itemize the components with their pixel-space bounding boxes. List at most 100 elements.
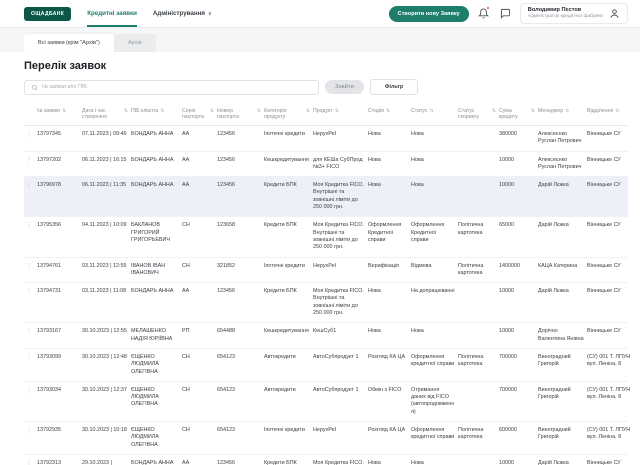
sort-icon[interactable]: ⇅ [615, 108, 619, 114]
cell-scoring: Політична картотека [458, 353, 484, 368]
cell-id: 13795356 [37, 222, 61, 229]
cell-name: ЄЩЕНКО ЛЮДМИЛА ОЛЕГІВНА [131, 386, 159, 408]
table-row[interactable]: ⋮ 13794761 03.11.2023 | 12:55 ІВАНОВ ІВАН І… [24, 258, 628, 284]
row-menu-icon[interactable]: ⋮ [24, 222, 34, 229]
table-row[interactable]: ⋮ 13792935 30.10.2023 | 10:18 ЄЩЕНКО ЛЮДМИЛ… [24, 422, 630, 455]
cell-sum: 65000 [499, 222, 514, 229]
row-menu-icon[interactable]: ⋮ [24, 387, 34, 394]
table-body: ⋮ 13797345 07.11.2023 | 09:46 БОНДАРЬ АННА А… [24, 126, 630, 465]
sort-icon[interactable]: ⇅ [531, 108, 535, 114]
column-header-11[interactable]: Менеджер ⇅ [538, 108, 584, 114]
row-menu-icon[interactable]: ⋮ [24, 460, 34, 465]
row-menu-icon[interactable]: ⋮ [24, 288, 34, 295]
sort-icon[interactable]: ⇅ [565, 108, 569, 114]
column-header-12[interactable]: Відділення ⇅ [587, 108, 635, 114]
sort-icon[interactable]: ⇅ [335, 108, 339, 114]
cell-name: БОНДАРЬ АННА [131, 182, 174, 189]
column-header-1[interactable]: Дата і час створення ⇅ [82, 108, 128, 120]
tab-all-applications[interactable]: Всі заявки (крім "Архів") [24, 34, 114, 52]
column-header-9[interactable]: Статус скорингу ⇅ [458, 108, 496, 120]
messages-button[interactable] [498, 6, 513, 21]
cell-status: Нова [411, 156, 424, 163]
cell-series: АА [182, 288, 190, 295]
cell-product: НерухРеІ [313, 131, 337, 137]
row-menu-icon[interactable]: ⋮ [24, 427, 34, 434]
cell-manager: Алексеєнко Руслан Петрович [538, 156, 582, 170]
row-menu-icon[interactable]: ⋮ [24, 354, 34, 361]
cell-series: АА [182, 156, 190, 163]
sort-icon[interactable]: ⇅ [306, 108, 310, 114]
cell-number: 321852 [217, 262, 235, 269]
filter-button[interactable]: Фільтр [369, 79, 419, 95]
create-application-button[interactable]: Створити нову Заявку [388, 5, 469, 22]
cell-number: 654488 [217, 328, 235, 335]
cell-product: для КЕШа СубПрод №3+ FICO [313, 156, 363, 170]
table-row[interactable]: ⋮ 13796978 06.11.2023 | 11:35 БОНДАРЬ АННА А… [24, 177, 628, 218]
cell-product: НерухРеІ [313, 427, 337, 434]
row-menu-icon[interactable]: ⋮ [24, 328, 34, 335]
column-header-6[interactable]: Продукт ⇅ [313, 108, 365, 114]
sort-icon[interactable]: ⇅ [257, 108, 261, 114]
find-button[interactable]: Знайти [325, 80, 364, 94]
row-menu-icon[interactable]: ⋮ [24, 263, 34, 270]
user-menu[interactable]: Володимир Пєстов Адміністратор кредитної… [519, 3, 628, 24]
sort-icon[interactable]: ⇅ [429, 108, 433, 114]
column-label: Категорія продукту [264, 108, 287, 120]
sort-icon[interactable]: ⇅ [160, 108, 164, 114]
applications-table: № заявки ⇅ Дата і час створення ⇅ ПІБ клієнт… [24, 103, 630, 465]
sort-icon[interactable]: ⇅ [492, 108, 496, 114]
table-row[interactable]: ⋮ 13793099 30.10.2023 | 12:48 ЄЩЕНКО ЛЮДМИЛ… [24, 349, 630, 382]
cell-sum: 700000 [499, 353, 517, 360]
cell-name: БАКЛАНОВ ГРИГОРИЙ ГРИГОРЬЕВИЧ [131, 222, 170, 243]
table-row[interactable]: ⋮ 13795356 04.11.2023 | 10:09 БАКЛАНОВ ГРИГ… [24, 217, 628, 258]
table-row[interactable]: ⋮ 13792313 29.10.2023 | БОНДАРЬ АННА АА 12345… [24, 455, 628, 465]
column-header-4[interactable]: Номер паспорта ⇅ [217, 108, 261, 120]
column-header-7[interactable]: Стадія ⇅ [368, 108, 408, 114]
cell-manager: Алексеєнко Руслан Петрович [538, 131, 582, 145]
cell-datetime: 30.10.2023 | 12:37 [82, 386, 127, 393]
cell-manager: Дорічно Валентина Янівна [538, 328, 584, 342]
chevron-down-icon: ∨ [207, 10, 212, 17]
cell-manager: Виноградний Григорій [538, 427, 571, 441]
column-header-10[interactable]: Сума кредиту ⇅ [499, 108, 535, 120]
nav-item-credit-applications[interactable]: Кредитні заявки [87, 0, 137, 27]
cell-branch: Вінницьке СУ [587, 328, 621, 335]
column-header-0[interactable]: № заявки ⇅ [37, 108, 79, 114]
sort-icon[interactable]: ⇅ [124, 108, 128, 114]
table-row[interactable]: ⋮ 13797202 06.11.2023 | 16:15 БОНДАРЬ АННА А… [24, 152, 628, 178]
table-row[interactable]: ⋮ 13793167 30.10.2023 | 12:55 МЕЛАШЕНКО НАД… [24, 323, 628, 349]
cell-branch: Вінницьке СУ [587, 459, 621, 465]
tab-archive[interactable]: Архів [113, 34, 156, 52]
column-header-3[interactable]: Серія паспорта ⇅ [182, 108, 214, 120]
cell-product: Моя Кредитка FICO. Внутрішні та зовнішні… [313, 182, 364, 211]
cell-product: КешСуб1 [313, 328, 337, 335]
row-menu-icon[interactable]: ⋮ [24, 157, 34, 164]
cell-branch: Вінницьке СУ [587, 262, 621, 269]
cell-scoring: Політична картотека [458, 262, 484, 276]
sort-icon[interactable]: ⇅ [210, 108, 214, 114]
row-menu-icon[interactable]: ⋮ [24, 182, 34, 189]
search-input[interactable] [42, 84, 312, 90]
column-label: Сума кредиту [499, 108, 518, 120]
brand-logo[interactable]: ОЩАДБАНК [24, 6, 72, 21]
cell-name: ЄЩЕНКО ЛЮДМИЛА ОЛЕГІВНА [131, 353, 159, 375]
table-row[interactable]: ⋮ 13797345 07.11.2023 | 09:46 БОНДАРЬ АННА А… [24, 126, 628, 152]
nav-item-administration[interactable]: Адміністрування ∨ [153, 0, 212, 27]
notifications-button[interactable] [476, 6, 491, 21]
cell-scoring: Політична картотека [458, 222, 484, 236]
column-header-2[interactable]: ПІБ клієнта ⇅ [131, 108, 179, 114]
table-row[interactable]: ⋮ 13793034 30.10.2023 | 12:37 ЄЩЕНКО ЛЮДМИЛ… [24, 382, 630, 423]
cell-category: Автокредити [264, 353, 296, 360]
cell-datetime: 30.10.2023 | 12:55 [82, 328, 127, 335]
user-name: Володимир Пєстов [527, 7, 582, 14]
sort-icon[interactable]: ⇅ [62, 108, 66, 114]
column-header-5[interactable]: Категорія продукту ⇅ [264, 108, 310, 120]
row-menu-icon[interactable]: ⋮ [24, 131, 34, 138]
cell-sum: 10000 [499, 182, 514, 189]
column-header-8[interactable]: Статус ⇅ [411, 108, 455, 114]
cell-category: Кешкредитування [264, 328, 309, 335]
cell-sum: 700000 [499, 386, 517, 393]
table-row[interactable]: ⋮ 13794731 03.11.2023 | 11:08 БОНДАРЬ АННА А… [24, 283, 628, 324]
cell-series: СН [182, 262, 190, 269]
sort-icon[interactable]: ⇅ [386, 108, 390, 114]
